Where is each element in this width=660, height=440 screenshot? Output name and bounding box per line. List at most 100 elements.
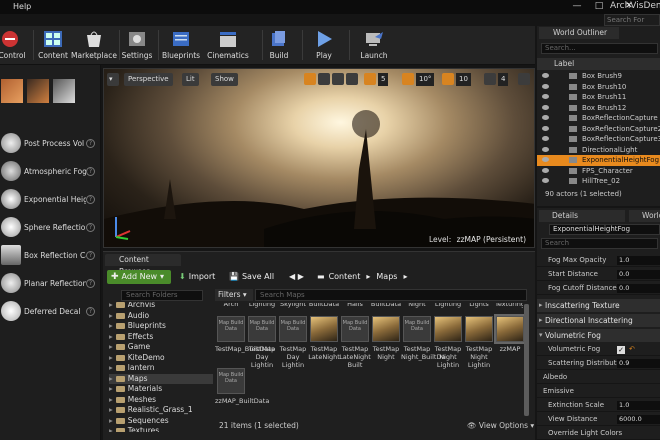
visibility-eye-icon[interactable]: [542, 136, 549, 141]
folder-item[interactable]: ▸ Meshes: [109, 395, 213, 405]
grid-snap-icon[interactable]: [364, 73, 376, 85]
visibility-eye-icon[interactable]: [542, 157, 549, 162]
expand-arrow-icon[interactable]: ▸: [109, 363, 113, 372]
breadcrumb-maps[interactable]: Maps: [376, 270, 397, 284]
place-item[interactable]: Planar Reflection ?: [0, 269, 101, 297]
expand-arrow-icon[interactable]: ▸: [109, 321, 113, 330]
fog-max-opacity-input[interactable]: 1.0: [617, 256, 660, 265]
maximize-icon[interactable]: □: [588, 0, 610, 12]
expand-arrow-icon[interactable]: ▸: [109, 332, 113, 341]
prop-albedo[interactable]: Albedo: [537, 371, 660, 384]
level-viewport[interactable]: ▾ Perspective Lit Show 5 10° 10 4 Level:…: [103, 68, 535, 248]
settings-button[interactable]: Settings: [121, 28, 153, 64]
visibility-eye-icon[interactable]: [542, 125, 549, 131]
folder-item[interactable]: ▸ Materials: [109, 384, 213, 394]
build-button[interactable]: Build: [265, 28, 293, 64]
minimize-icon[interactable]: —: [566, 0, 588, 12]
transform-rotate-icon[interactable]: [318, 73, 330, 85]
rotation-snap-icon[interactable]: [402, 73, 414, 85]
visibility-eye-icon[interactable]: [542, 115, 549, 120]
expand-arrow-icon[interactable]: ▸: [109, 416, 113, 425]
visibility-eye-icon[interactable]: [542, 73, 549, 78]
place-item[interactable]: Sphere Reflection ?: [0, 213, 101, 241]
visibility-eye-icon[interactable]: [542, 178, 549, 183]
place-item[interactable]: Box Reflection Ca ?: [0, 241, 101, 269]
world-local-icon[interactable]: [346, 73, 358, 85]
search-maps-input[interactable]: Search Maps: [255, 289, 527, 301]
place-item[interactable]: Atmospheric Fog ?: [0, 157, 101, 185]
help-icon[interactable]: ?: [86, 222, 95, 232]
tab-content-browser[interactable]: Content Browser: [105, 254, 181, 276]
build-data-asset-thumbnail[interactable]: Map Build Data: [279, 316, 307, 342]
fog-cutoff-input[interactable]: 0.0: [617, 284, 660, 293]
help-icon[interactable]: ?: [86, 306, 95, 316]
outliner-row[interactable]: FPS_Character: [537, 166, 660, 177]
folder-item[interactable]: ▸ Audio: [109, 311, 213, 321]
menu-help[interactable]: Help: [13, 2, 31, 11]
folder-item[interactable]: ▸ KiteDemo: [109, 353, 213, 363]
add-new-button[interactable]: ✚ Add New ▾: [107, 270, 171, 284]
volumetric-fog-checkbox[interactable]: ✓: [617, 346, 625, 354]
reset-icon[interactable]: ↶: [629, 343, 635, 356]
expand-arrow-icon[interactable]: ▸: [109, 311, 113, 320]
help-icon[interactable]: ?: [86, 166, 95, 176]
build-data-asset-thumbnail[interactable]: Map Build Data: [248, 316, 276, 342]
folder-item[interactable]: ▸ lantern: [109, 363, 213, 373]
folder-item[interactable]: ▸ Maps: [109, 373, 213, 384]
visibility-eye-icon[interactable]: [542, 146, 549, 152]
viewport-menu-button[interactable]: ▾: [107, 73, 119, 86]
map-asset-thumbnail[interactable]: [494, 314, 526, 344]
perspective-button[interactable]: Perspective: [124, 73, 173, 86]
help-search-input[interactable]: Search For Help: [604, 14, 660, 34]
rotation-snap-value[interactable]: 10°: [416, 73, 435, 86]
scale-snap-value[interactable]: 10: [456, 73, 471, 86]
visibility-eye-icon[interactable]: [542, 167, 549, 173]
folder-item[interactable]: ▸ Blueprints: [109, 321, 213, 331]
save-all-button[interactable]: 💾 Save All: [225, 270, 278, 284]
expand-arrow-icon[interactable]: ▸: [109, 395, 113, 404]
expand-arrow-icon[interactable]: ▸: [109, 342, 113, 351]
marketplace-button[interactable]: Marketplace: [71, 28, 117, 64]
filters-button[interactable]: Filters ▾: [215, 289, 253, 301]
maximize-viewport-icon[interactable]: [518, 73, 530, 85]
help-icon[interactable]: ?: [86, 250, 95, 260]
grid-snap-value[interactable]: 5: [378, 73, 389, 86]
build-data-asset-thumbnail[interactable]: Map Build Data: [217, 316, 245, 342]
transform-scale-icon[interactable]: [332, 73, 344, 85]
expand-arrow-icon[interactable]: ▸: [109, 302, 113, 309]
outliner-row[interactable]: Box Brush11: [537, 92, 660, 103]
build-data-asset-thumbnail[interactable]: Map Build Data: [403, 316, 431, 342]
asset-scrollbar[interactable]: [524, 304, 529, 416]
tab-world-settings[interactable]: World: [629, 210, 660, 222]
content-button[interactable]: Content: [37, 28, 69, 64]
transform-move-icon[interactable]: [304, 73, 316, 85]
category-volumetric-fog[interactable]: Volumetric Fog: [537, 329, 660, 342]
search-folders-input[interactable]: Search Folders: [121, 290, 203, 301]
outliner-row[interactable]: BoxReflectionCapture3: [537, 134, 660, 145]
breadcrumb-content[interactable]: Content: [329, 270, 361, 284]
folder-item[interactable]: ▸ Textures: [109, 426, 213, 432]
show-button[interactable]: Show: [211, 73, 238, 86]
outliner-row[interactable]: Box Brush9: [537, 71, 660, 82]
build-data-asset-thumbnail[interactable]: Map Build Data: [341, 316, 369, 342]
outliner-row[interactable]: HillTree_02: [537, 176, 660, 186]
visibility-eye-icon[interactable]: [542, 104, 549, 110]
outliner-row[interactable]: BoxReflectionCapture2: [537, 124, 660, 135]
details-search-input[interactable]: Search: [541, 238, 658, 249]
outliner-row[interactable]: Box Brush10: [537, 82, 660, 93]
help-icon[interactable]: ?: [86, 194, 95, 204]
history-back-button[interactable]: ◀ ▶: [285, 270, 308, 284]
scale-snap-icon[interactable]: [442, 73, 454, 85]
scattering-distribution-input[interactable]: 0.9: [617, 359, 660, 368]
outliner-column-label[interactable]: Label: [537, 58, 660, 70]
expand-arrow-icon[interactable]: ▸: [109, 374, 113, 383]
map-asset-thumbnail[interactable]: [310, 316, 338, 342]
build-data-asset-thumbnail[interactable]: Map Build Data: [217, 368, 245, 394]
camera-speed-value[interactable]: 4: [498, 73, 509, 86]
visibility-eye-icon[interactable]: [542, 83, 549, 89]
tab-details[interactable]: Details: [539, 210, 625, 222]
tab-world-outliner[interactable]: World Outliner: [539, 27, 619, 39]
source-control-button[interactable]: Control: [0, 28, 26, 64]
outliner-search-input[interactable]: Search...: [541, 43, 658, 54]
folder-item[interactable]: ▸ Sequences: [109, 416, 213, 426]
